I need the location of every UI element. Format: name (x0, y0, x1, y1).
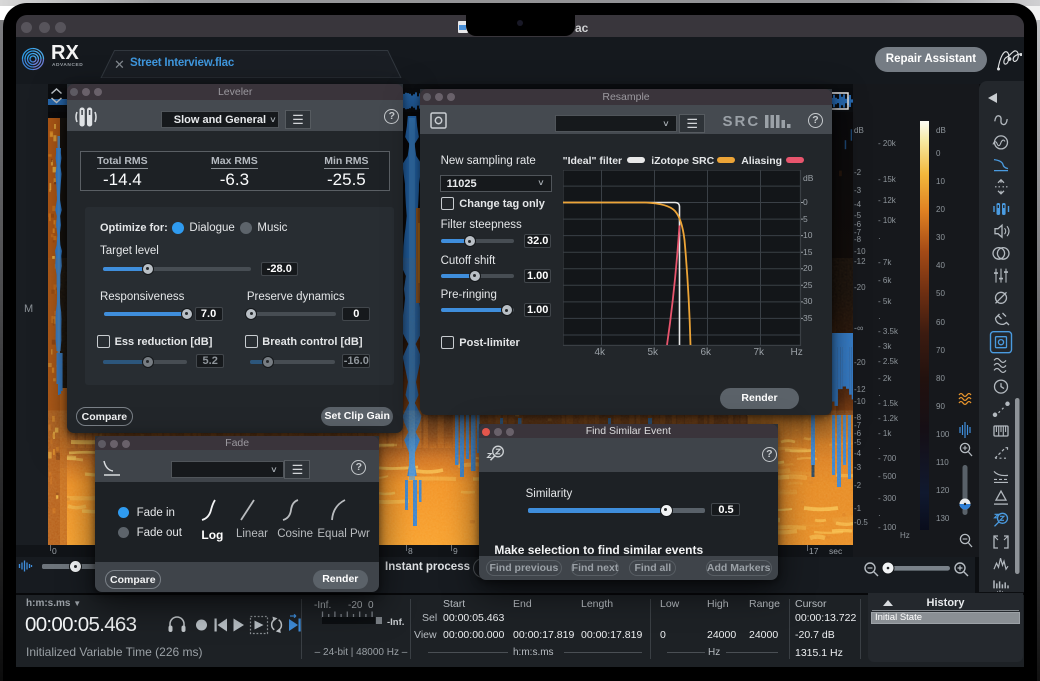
svg-text:10: 10 (803, 230, 813, 240)
svg-text:30: 30 (803, 296, 813, 306)
svg-text:35: 35 (803, 313, 813, 323)
svg-text:15: 15 (803, 247, 813, 257)
svg-text:25: 25 (803, 280, 813, 290)
svg-text:0: 0 (803, 197, 808, 207)
svg-text:5: 5 (803, 214, 808, 224)
svg-text:dB: dB (803, 173, 814, 183)
svg-text:20: 20 (803, 263, 813, 273)
